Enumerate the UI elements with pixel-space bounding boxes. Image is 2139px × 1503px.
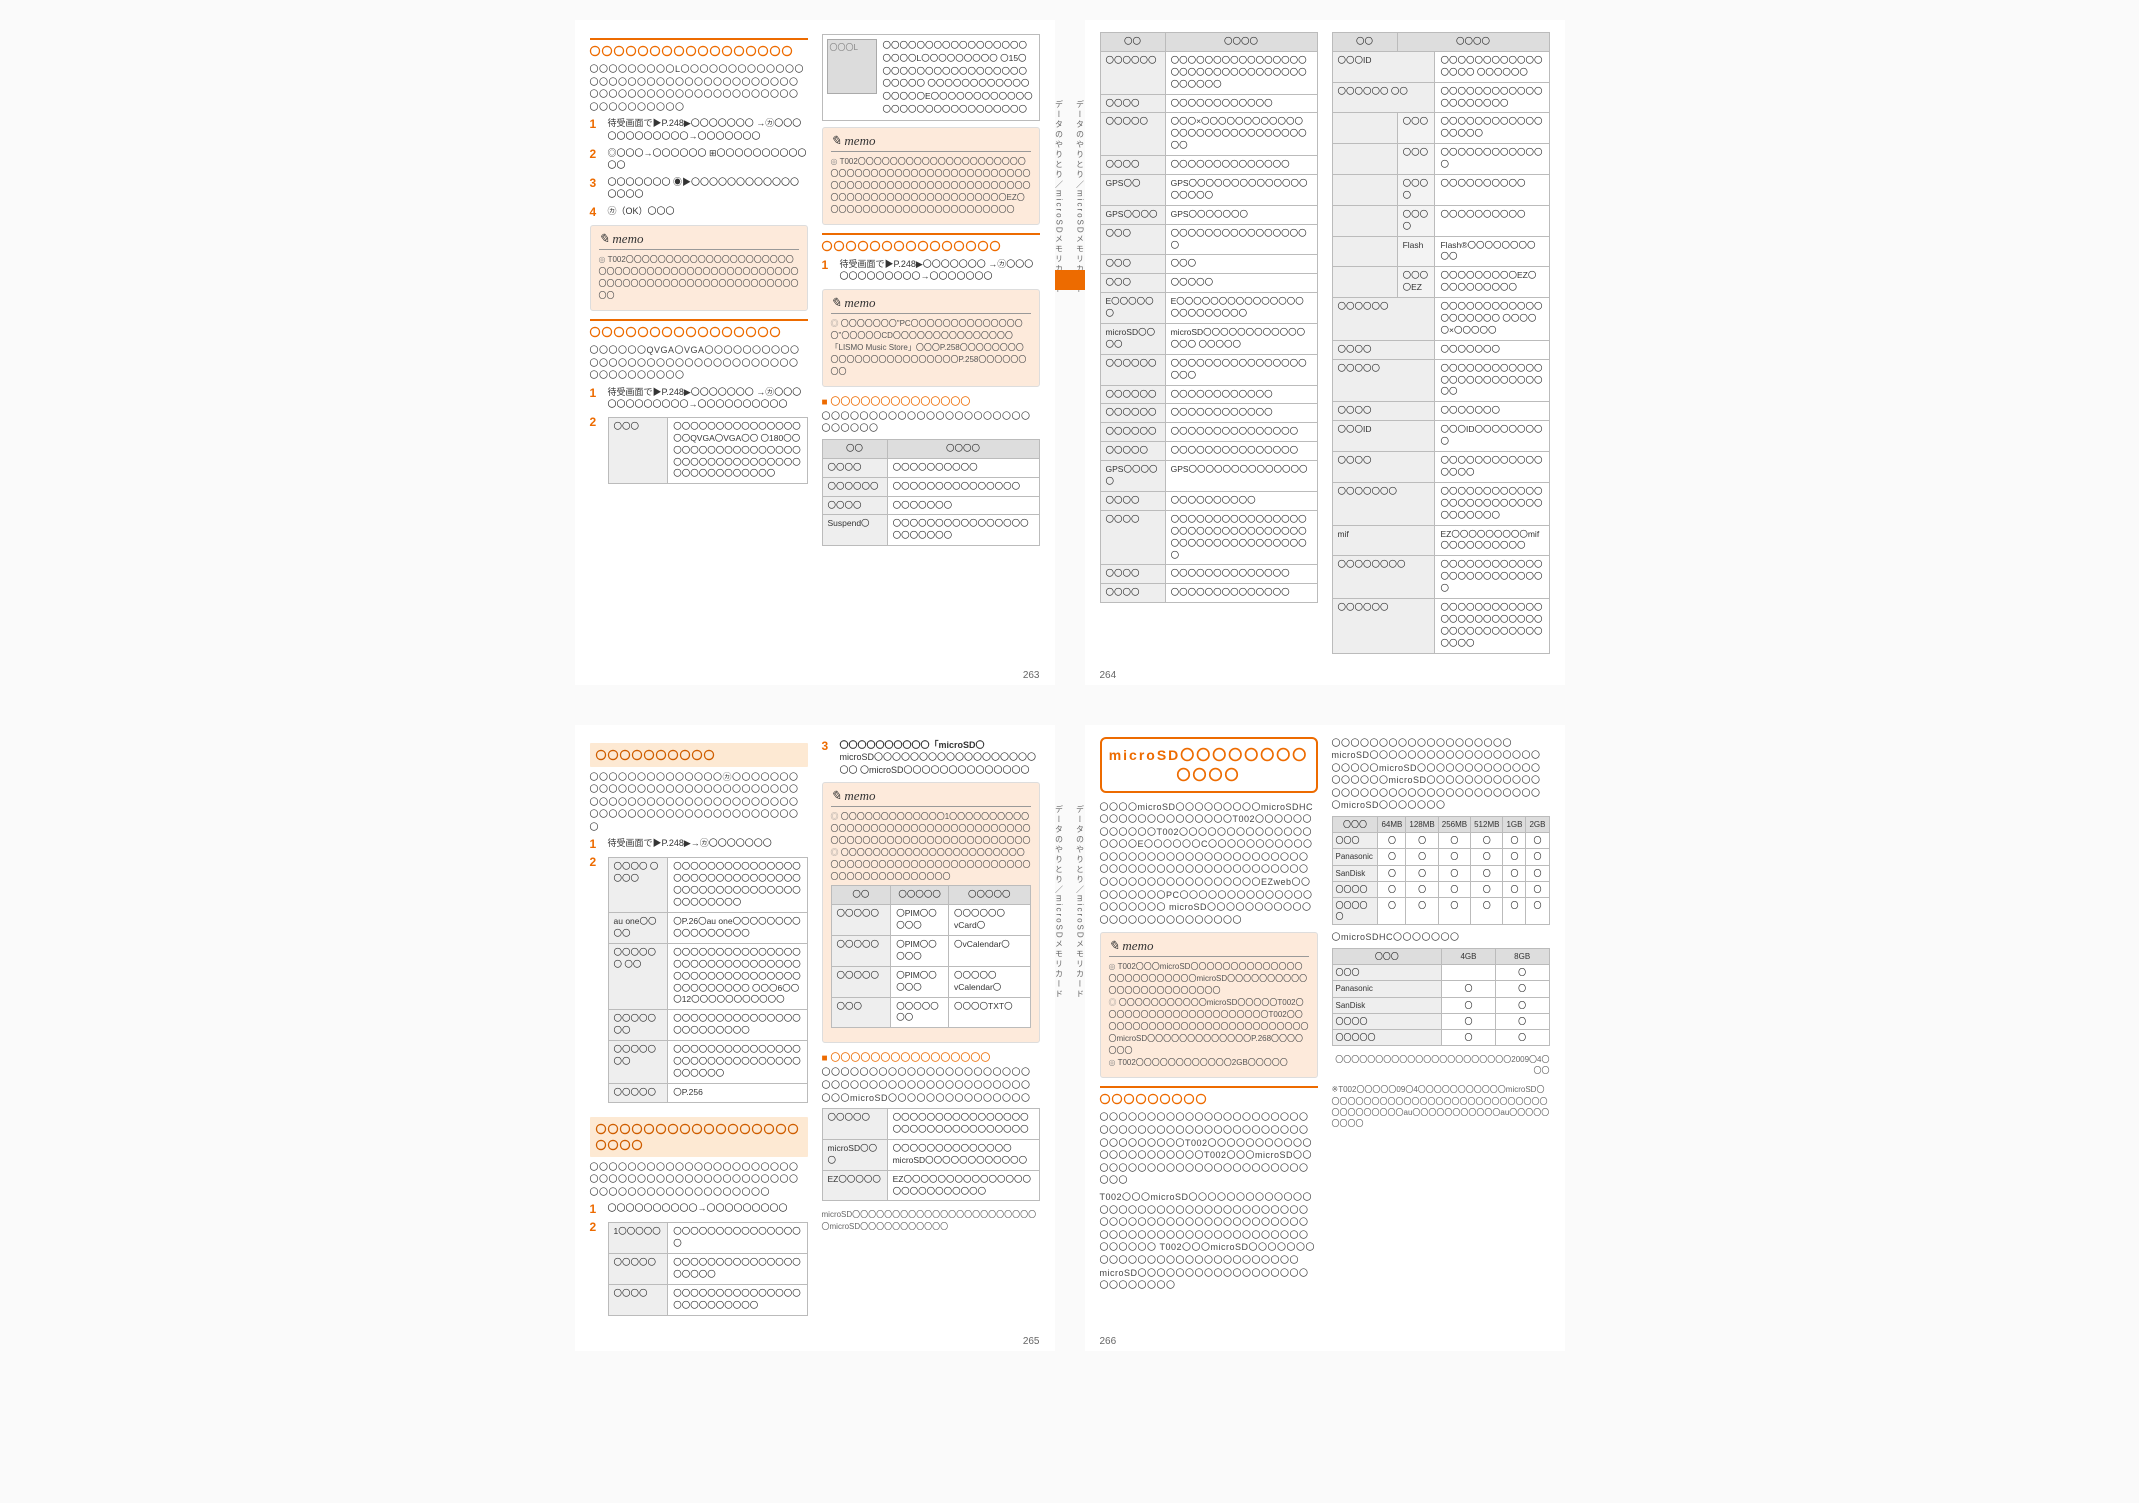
col-right: 3 〇〇〇〇〇〇〇〇〇〇「microSD〇 microSD〇〇〇〇〇〇〇〇〇〇〇… [822, 735, 1040, 1326]
step-2: 2 〇〇〇 〇〇〇〇〇〇〇〇〇〇〇〇〇〇〇〇〇QVGA〇VGA〇〇 〇180〇〇… [590, 415, 808, 490]
body-text: T002〇〇〇microSD〇〇〇〇〇〇〇〇〇〇〇〇〇〇〇〇〇〇〇〇〇〇〇〇〇〇… [1100, 1191, 1318, 1292]
memo-item: T002〇〇〇〇〇〇〇〇〇〇〇〇〇〇〇〇〇〇〇〇〇〇〇〇〇〇〇〇〇〇〇〇〇〇〇〇… [831, 156, 1031, 216]
thumbnail-icon: 〇〇〇L [827, 39, 877, 94]
page-264: データのやりとり／microSDメモリカード 〇〇〇〇〇〇 〇〇〇〇〇〇〇〇〇〇… [1085, 20, 1565, 685]
memo-item: T002〇〇〇〇〇〇〇〇〇〇〇〇2GB〇〇〇〇〇 [1109, 1057, 1309, 1069]
footnote: ※T002〇〇〇〇〇09〇4〇〇〇〇〇〇〇〇〇〇〇microSD〇〇〇〇〇〇〇〇… [1332, 1084, 1550, 1129]
step-2: 2 1〇〇〇〇〇〇〇〇〇〇〇〇〇〇〇〇〇〇〇〇〇〇〇〇〇〇〇〇〇〇〇〇〇〇〇〇〇… [590, 1220, 808, 1321]
memo-heading: memo [599, 231, 799, 250]
memo-box: memo T002〇〇〇〇〇〇〇〇〇〇〇〇〇〇〇〇〇〇〇〇〇〇〇〇〇〇〇〇〇〇〇… [822, 127, 1040, 225]
col-right: 〇〇〇〇〇〇 〇〇〇ID〇〇〇〇〇〇〇〇〇〇〇〇〇〇〇〇 〇〇〇〇〇〇〇〇〇〇〇… [1332, 30, 1550, 660]
body-text: 〇microSDHC〇〇〇〇〇〇〇 [1332, 931, 1550, 944]
heading: 〇〇〇〇〇〇〇〇〇〇〇〇〇〇〇〇〇 [590, 38, 808, 59]
body-text: 〇〇〇〇〇〇〇〇〇〇〇〇〇〇〇〇〇〇〇〇〇〇〇〇〇〇〇〇〇〇〇〇〇〇〇〇〇〇〇〇… [1100, 1111, 1318, 1187]
option-table: 〇〇〇〇 〇〇〇〇〇〇〇〇〇〇〇〇〇〇〇〇〇〇〇〇〇〇〇〇〇〇〇〇〇〇〇〇〇〇〇… [608, 857, 808, 1102]
example-figure: 〇〇〇L 〇〇〇〇〇〇〇〇〇〇〇〇〇〇〇〇〇〇〇〇〇L〇〇〇〇〇〇〇〇〇 〇15… [822, 34, 1040, 121]
memo-item: 〇〇〇〇〇〇〇〇〇〇〇microSD〇〇〇〇〇T002〇〇〇〇〇〇〇〇〇〇〇〇〇… [1109, 997, 1309, 1057]
step-2: 2 ◎〇〇〇→〇〇〇〇〇〇 ⊞〇〇〇〇〇〇〇〇〇〇〇〇 [590, 147, 808, 172]
step-4: 4 ㋕（OK）〇〇〇 [590, 205, 808, 219]
side-label: データのやりとり／microSDメモリカード [1054, 100, 1065, 295]
memo-heading: memo [831, 788, 1031, 807]
option-table: 〇〇〇〇〇〇〇〇〇〇〇〇〇〇〇〇〇〇〇〇〇〇〇〇〇〇〇〇〇〇〇〇〇〇〇〇〇mic… [822, 1108, 1040, 1201]
step-3: 3 〇〇〇〇〇〇〇 ◉▶〇〇〇〇〇〇〇〇〇〇〇〇〇〇〇〇 [590, 176, 808, 201]
step-2: 2 〇〇〇〇 〇〇〇〇〇〇〇〇〇〇〇〇〇〇〇〇〇〇〇〇〇〇〇〇〇〇〇〇〇〇〇〇〇… [590, 855, 808, 1108]
step-1: 1 待受画面で▶P.248▶〇〇〇〇〇〇〇 →㋕〇〇〇〇〇〇〇〇〇〇〇〇→〇〇〇… [822, 258, 1040, 283]
microsd-heading: microSD〇〇〇〇〇〇〇〇〇〇〇〇 [1100, 737, 1318, 793]
reference-table: 〇〇〇〇〇〇 〇〇〇〇〇〇〇〇〇〇〇〇〇〇〇〇〇〇〇〇〇〇〇〇〇〇〇〇〇〇〇〇〇… [1100, 32, 1318, 603]
memo-item: T002〇〇〇microSD〇〇〇〇〇〇〇〇〇〇〇〇〇〇〇〇〇〇〇〇〇〇〇〇〇m… [1109, 961, 1309, 997]
body-text: 〇〇〇〇〇〇〇〇〇〇〇〇〇〇〇〇〇〇〇〇〇〇〇〇〇〇〇〇〇〇〇〇〇〇〇〇〇〇〇〇… [822, 1066, 1040, 1104]
side-label: データのやりとり／microSDメモリカード [1054, 805, 1065, 1000]
memo-box: memo T002〇〇〇〇〇〇〇〇〇〇〇〇〇〇〇〇〇〇〇〇〇〇〇〇〇〇〇〇〇〇〇… [590, 225, 808, 311]
memo-heading: memo [1109, 938, 1309, 957]
option-table: 1〇〇〇〇〇〇〇〇〇〇〇〇〇〇〇〇〇〇〇〇〇〇〇〇〇〇〇〇〇〇〇〇〇〇〇〇〇〇〇… [608, 1222, 808, 1315]
date-note: 〇〇〇〇〇〇〇〇〇〇〇〇〇〇〇〇〇〇〇〇〇〇2009〇4〇〇〇 [1332, 1054, 1550, 1076]
page-number: 263 [1023, 670, 1040, 681]
option-table: 〇〇〇 〇〇〇〇〇〇〇〇〇〇〇〇〇〇〇〇〇QVGA〇VGA〇〇 〇180〇〇〇〇… [608, 417, 808, 484]
col-right: 〇〇〇〇〇〇〇〇〇〇〇〇〇〇〇〇〇〇〇microSD〇〇〇〇〇〇〇〇〇〇〇〇〇〇… [1332, 735, 1550, 1296]
body-text: 〇〇〇〇microSD〇〇〇〇〇〇〇〇〇microSDHC〇〇〇〇〇〇〇〇〇〇〇… [1100, 801, 1318, 927]
page-number: 266 [1100, 1336, 1117, 1347]
page-number: 265 [1023, 1336, 1040, 1347]
body-text: 〇〇〇〇〇〇〇〇〇〇〇〇〇〇〇〇〇〇〇〇〇〇〇〇〇〇〇〇 [822, 410, 1040, 435]
thumb-tab [1065, 270, 1085, 290]
footnote: microSD〇〇〇〇〇〇〇〇〇〇〇〇〇〇〇〇〇〇〇〇〇〇〇〇microSD〇〇… [822, 1209, 1040, 1231]
memo-box: memo 〇〇〇〇〇〇〇"PC〇〇〇〇〇〇〇〇〇〇〇〇〇〇〇"〇〇〇〇〇CD〇〇… [822, 289, 1040, 387]
step-3: 3 〇〇〇〇〇〇〇〇〇〇「microSD〇 microSD〇〇〇〇〇〇〇〇〇〇〇… [822, 739, 1040, 777]
memo-item: 〇〇〇〇〇〇〇〇〇〇〇〇〇〇〇〇〇〇〇〇〇〇〇〇〇〇〇〇〇〇〇〇〇〇〇〇〇〇〇〇… [831, 847, 1031, 883]
option-table: 〇〇〇〇〇〇 〇〇〇〇〇〇〇〇〇〇〇〇〇〇 〇〇〇〇〇〇〇〇〇〇〇〇〇〇〇〇〇〇… [822, 439, 1040, 546]
format-table: 〇〇 〇〇〇〇〇 〇〇〇〇〇 〇〇〇〇〇〇PIM〇〇〇〇〇〇〇〇〇〇〇vCard… [831, 885, 1031, 1028]
compat-table-sdhc: 〇〇〇4GB8GB〇〇〇〇Panasonic〇〇SanDisk〇〇〇〇〇〇〇〇〇… [1332, 948, 1550, 1046]
page-263: データのやりとり／microSDメモリカード 〇〇〇〇〇〇〇〇〇〇〇〇〇〇〇〇〇… [575, 20, 1055, 685]
page-number: 264 [1100, 670, 1117, 681]
memo-heading: memo [831, 133, 1031, 152]
memo-item: 〇〇〇〇〇〇〇"PC〇〇〇〇〇〇〇〇〇〇〇〇〇〇〇"〇〇〇〇〇CD〇〇〇〇〇〇〇… [831, 318, 1031, 378]
page-266: データのやりとり／microSDメモリカード microSD〇〇〇〇〇〇〇〇〇〇… [1085, 725, 1565, 1351]
heading: 〇〇〇〇〇〇〇〇〇 [1100, 1086, 1318, 1107]
memo-box: memo T002〇〇〇microSD〇〇〇〇〇〇〇〇〇〇〇〇〇〇〇〇〇〇〇〇〇… [1100, 932, 1318, 1078]
step-1: 1 待受画面で▶P.248▶〇〇〇〇〇〇〇 →㋕〇〇〇〇〇〇〇〇〇〇〇〇→〇〇〇… [590, 117, 808, 142]
heading: 〇〇〇〇〇〇〇〇〇〇〇〇〇〇〇 [822, 233, 1040, 254]
reference-table: 〇〇〇〇〇〇 〇〇〇ID〇〇〇〇〇〇〇〇〇〇〇〇〇〇〇〇 〇〇〇〇〇〇〇〇〇〇〇… [1332, 32, 1550, 654]
heading: 〇〇〇〇〇〇〇〇〇〇 [590, 743, 808, 767]
page-265: データのやりとり／microSDメモリカード 〇〇〇〇〇〇〇〇〇〇 〇〇〇〇〇〇… [575, 725, 1055, 1351]
step-1: 1 〇〇〇〇〇〇〇〇〇〇→〇〇〇〇〇〇〇〇〇 [590, 1202, 808, 1216]
col-left: 〇〇〇〇〇〇〇〇〇〇〇〇〇〇〇〇〇 〇〇〇〇〇〇〇〇〇L〇〇〇〇〇〇〇〇〇〇〇〇… [590, 30, 808, 552]
col-left: microSD〇〇〇〇〇〇〇〇〇〇〇〇 〇〇〇〇microSD〇〇〇〇〇〇〇〇〇… [1100, 735, 1318, 1296]
heading: 〇〇〇〇〇〇〇〇〇〇〇〇〇〇〇〇〇〇〇〇〇 [590, 1117, 808, 1157]
memo-heading: memo [831, 295, 1031, 314]
body-text: 〇〇〇〇〇〇〇〇〇〇〇〇〇〇㋕〇〇〇〇〇〇〇〇〇〇〇〇〇〇〇〇〇〇〇〇〇〇〇〇〇… [590, 771, 808, 834]
compat-table-sd: 〇〇〇64MB128MB256MB512MB1GB2GB〇〇〇〇〇〇〇〇〇Pan… [1332, 816, 1550, 925]
body-text: 〇〇〇〇〇〇〇〇〇L〇〇〇〇〇〇〇〇〇〇〇〇〇〇〇〇〇〇〇〇〇〇〇〇〇〇〇〇〇〇… [590, 63, 808, 113]
thumbnail-desc: 〇〇〇〇〇〇〇〇〇〇〇〇〇〇〇〇〇〇〇〇〇L〇〇〇〇〇〇〇〇〇 〇15〇〇〇〇〇… [883, 39, 1035, 116]
sub-heading: 〇〇〇〇〇〇〇〇〇〇〇〇〇〇〇〇 [822, 1049, 1040, 1064]
col-left: 〇〇〇〇〇〇〇〇〇〇 〇〇〇〇〇〇〇〇〇〇〇〇〇〇㋕〇〇〇〇〇〇〇〇〇〇〇〇〇〇… [590, 735, 808, 1326]
body-text: 〇〇〇〇〇〇〇〇〇〇〇〇〇〇〇〇〇〇〇microSD〇〇〇〇〇〇〇〇〇〇〇〇〇〇… [1332, 737, 1550, 813]
heading: 〇〇〇〇〇〇〇〇〇〇〇〇〇〇〇〇 [590, 319, 808, 340]
side-label: データのやりとり／microSDメモリカード [1075, 100, 1086, 295]
col-left: 〇〇〇〇〇〇 〇〇〇〇〇〇〇〇〇〇〇〇〇〇〇〇〇〇〇〇〇〇〇〇〇〇〇〇〇〇〇〇〇… [1100, 30, 1318, 660]
memo-item: T002〇〇〇〇〇〇〇〇〇〇〇〇〇〇〇〇〇〇〇〇〇〇〇〇〇〇〇〇〇〇〇〇〇〇〇〇… [599, 254, 799, 302]
memo-item: 〇〇〇〇〇〇〇〇〇〇〇〇〇1〇〇〇〇〇〇〇〇〇〇〇〇〇〇〇〇〇〇〇〇〇〇〇〇〇〇… [831, 811, 1031, 847]
step-1: 1 待受画面で▶P.248▶〇〇〇〇〇〇〇 →㋕〇〇〇〇〇〇〇〇〇〇〇〇→〇〇〇… [590, 386, 808, 411]
side-label: データのやりとり／microSDメモリカード [1075, 805, 1086, 1000]
body-text: 〇〇〇〇〇〇〇〇〇〇〇〇〇〇〇〇〇〇〇〇〇〇〇〇〇〇〇〇〇〇〇〇〇〇〇〇〇〇〇〇… [590, 1161, 808, 1199]
step-1: 1 待受画面で▶P.248▶→㋕〇〇〇〇〇〇〇 [590, 837, 808, 851]
body-text: 〇〇〇〇〇〇QVGA〇VGA〇〇〇〇〇〇〇〇〇〇〇〇〇〇〇〇〇〇〇〇〇〇〇〇〇〇… [590, 344, 808, 382]
col-right: 〇〇〇L 〇〇〇〇〇〇〇〇〇〇〇〇〇〇〇〇〇〇〇〇〇L〇〇〇〇〇〇〇〇〇 〇15… [822, 30, 1040, 552]
sub-heading: 〇〇〇〇〇〇〇〇〇〇〇〇〇〇 [822, 393, 1040, 408]
memo-box: memo 〇〇〇〇〇〇〇〇〇〇〇〇〇1〇〇〇〇〇〇〇〇〇〇〇〇〇〇〇〇〇〇〇〇〇… [822, 782, 1040, 1043]
